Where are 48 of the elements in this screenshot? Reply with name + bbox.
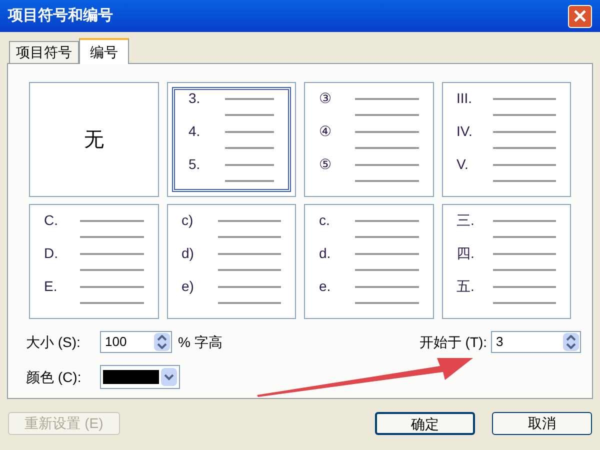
numbering-style-tile[interactable]: 3. 4. 5. [166, 82, 296, 197]
tab[interactable]: 项目符号 [9, 41, 79, 63]
list-marker: V. [456, 155, 470, 174]
list-marker: ③ [319, 89, 333, 108]
numbering-style-tile[interactable]: ③ ④ ⑤ [304, 82, 434, 197]
field-value: 100 [104, 333, 128, 352]
list-marker: 4. [188, 122, 202, 141]
close-icon [574, 10, 586, 22]
numbering-style-tile[interactable]: 无 [29, 82, 158, 197]
dialog-button[interactable]: 确定 [375, 412, 475, 435]
tab[interactable]: 编号 [79, 38, 129, 64]
list-marker: 四. [456, 244, 476, 263]
tile-label: 无 [84, 128, 104, 152]
start-at-label: 开始于 (T): [419, 332, 487, 352]
list-marker: d. [319, 244, 332, 263]
field-value: 3 [495, 333, 504, 352]
list-marker: IV. [456, 122, 474, 141]
color-label: 颜色 (C): [26, 368, 82, 387]
window-title: 项目符号和编号 [8, 6, 113, 26]
list-marker: e. [319, 277, 332, 296]
spin-arrows-icon[interactable] [563, 333, 579, 351]
numbering-style-tile[interactable]: III. IV. V. [442, 82, 571, 197]
list-marker: ④ [319, 122, 333, 141]
numbering-style-tile[interactable]: C. D. E. [29, 204, 158, 319]
dialog-button[interactable]: 取消 [492, 412, 592, 435]
list-marker: ⑤ [319, 155, 333, 174]
size-label: 大小 (S): [26, 332, 82, 352]
list-marker: 3. [188, 89, 202, 108]
size-unit-label: % 字高 [178, 332, 222, 352]
list-marker: d) [182, 244, 195, 263]
spin-field[interactable]: 100 [100, 331, 172, 353]
numbering-style-tile[interactable]: c. d. e. [304, 204, 434, 319]
list-marker: C. [44, 211, 59, 230]
list-marker: c) [182, 211, 194, 230]
list-marker: 三. [456, 211, 476, 230]
spin-arrows-icon[interactable] [154, 333, 170, 351]
list-marker: D. [44, 244, 59, 263]
list-marker: 五. [456, 277, 476, 296]
numbering-style-tile[interactable]: c) d) e) [166, 204, 296, 319]
color-dropdown[interactable] [100, 365, 180, 389]
list-marker: 5. [188, 155, 202, 174]
list-marker: c. [319, 211, 331, 230]
close-button[interactable] [568, 4, 592, 28]
numbering-style-tile[interactable]: 三. 四. 五. [442, 204, 571, 319]
spin-field[interactable]: 3 [491, 331, 581, 353]
list-marker: E. [44, 277, 58, 296]
list-marker: III. [456, 89, 474, 108]
list-marker: e) [182, 277, 195, 296]
